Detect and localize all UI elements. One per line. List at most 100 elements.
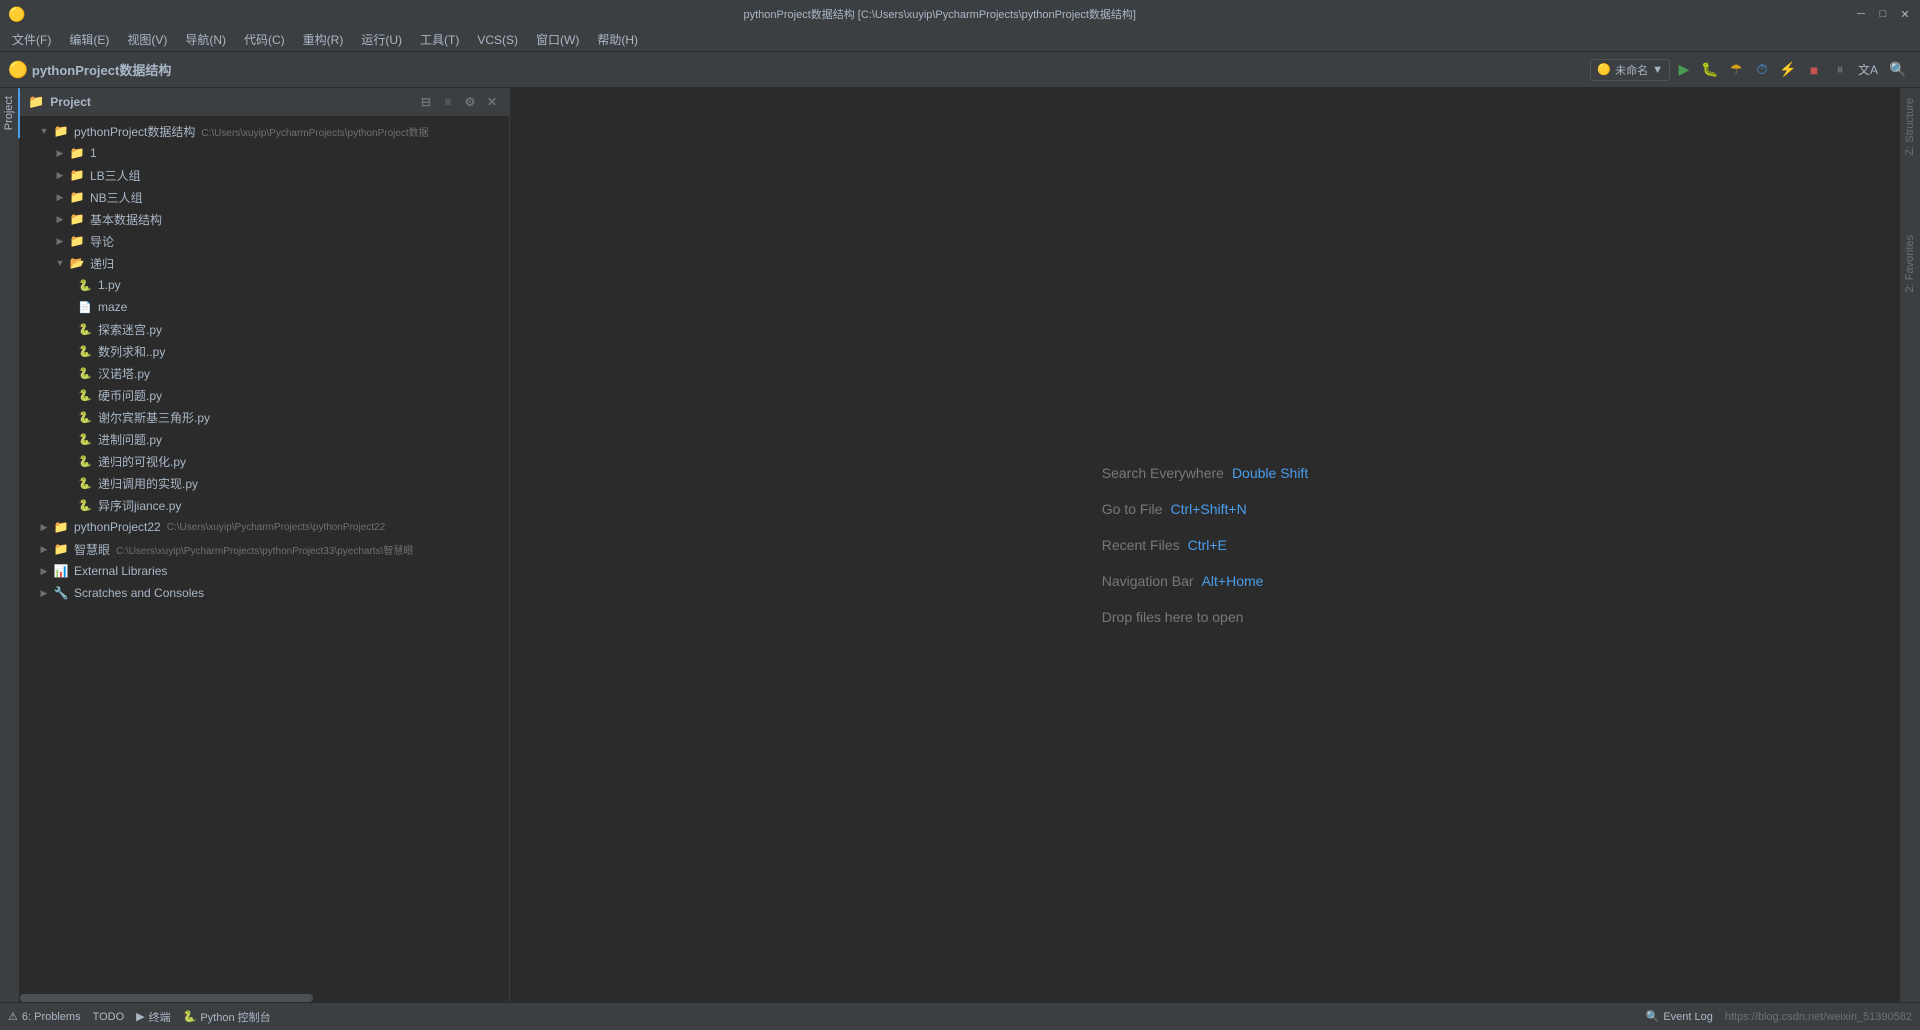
terminal-panel-button[interactable]: ▶ 终端 [136,1009,170,1025]
right-sidebar: Z: Structure 2: Favorites [1900,88,1920,1002]
tree-folder-lb[interactable]: ▶ 📁 LB三人组 [20,164,509,186]
right-tab-structure[interactable]: Z: Structure [1900,88,1920,165]
problems-icon: ⚠ [8,1010,18,1023]
tree-folder-basic[interactable]: ▶ 📁 基本数据结构 [20,208,509,230]
tree-folder-recursion[interactable]: ▼ 📂 递归 [20,252,509,274]
hint-recent-label: Recent Files [1102,537,1180,553]
menu-refactor[interactable]: 重构(R) [295,29,352,50]
editor-hints: Search Everywhere Double Shift Go to Fil… [1102,465,1308,625]
tree-folder-nb[interactable]: ▶ 📁 NB三人组 [20,186,509,208]
hint-nav-shortcut: Alt+Home [1202,573,1264,589]
menu-view[interactable]: 视图(V) [119,29,175,50]
python-label: Python 控制台 [200,1009,270,1025]
collapse-all-icon[interactable]: ⊟ [417,93,435,111]
menu-vcs[interactable]: VCS(S) [469,31,526,49]
translate-button[interactable]: 文A [1854,56,1882,84]
tree-file-maze-py[interactable]: 🐍 探索迷宫.py [20,318,509,340]
tree-file-anagram[interactable]: 🐍 异序词jiance.py [20,494,509,516]
tree-file-maze[interactable]: 📄 maze [20,296,509,318]
title-bar-title: pythonProject数据结构 [C:\Users\xuyip\Pychar… [25,6,1854,22]
folder-nb-label: NB三人组 [90,189,143,206]
file-hanoi-label: 汉诺塔.py [98,365,150,382]
terminal-label: 终端 [149,1009,171,1025]
menu-help[interactable]: 帮助(H) [589,29,646,50]
tree-file-sierpinski[interactable]: 🐍 谢尔宾斯基三角形.py [20,406,509,428]
tree-file-series[interactable]: 🐍 数列求和..py [20,340,509,362]
debug-button[interactable]: 🐛 [1698,58,1722,82]
file-1py-label: 1.py [98,278,121,292]
tree-folder-1[interactable]: ▶ 📁 1 [20,142,509,164]
file-base-label: 进制问题.py [98,431,162,448]
todo-panel-button[interactable]: TODO [93,1011,125,1023]
project-name: pythonProject数据结构 [32,60,171,79]
panel-title: Project [50,95,411,109]
title-bar-left: 🟡 [8,6,25,23]
run-button[interactable]: ▶ [1672,58,1696,82]
python-console-button[interactable]: 🐍 Python 控制台 [183,1009,271,1025]
project-tree[interactable]: ▼ 📁 pythonProject数据结构 C:\Users\xuyip\Pyc… [20,116,509,994]
tree-file-visual[interactable]: 🐍 递归的可视化.py [20,450,509,472]
settings-icon[interactable]: ⚙ [461,93,479,111]
folder-intro-label: 导论 [90,233,114,250]
tree-project-wisdom[interactable]: ▶ 📁 智慧眼 C:\Users\xuyip\PycharmProjects\p… [20,538,509,560]
hint-search-shortcut: Double Shift [1232,465,1308,481]
run-config-selector[interactable]: 🟡 未命名 ▼ [1590,59,1670,81]
event-log-button[interactable]: 🔍 Event Log [1646,1010,1713,1023]
profile-button[interactable]: ⏱ [1750,58,1774,82]
tree-folder-intro[interactable]: ▶ 📁 导论 [20,230,509,252]
tree-file-hanoi[interactable]: 🐍 汉诺塔.py [20,362,509,384]
menu-bar: 文件(F) 编辑(E) 视图(V) 导航(N) 代码(C) 重构(R) 运行(U… [0,28,1920,52]
sidebar-tab-project[interactable]: Project [0,88,20,138]
todo-label: TODO [93,1011,125,1023]
event-log-label: Event Log [1663,1011,1713,1023]
hint-drop-label: Drop files here to open [1102,609,1244,625]
folder-1-label: 1 [90,146,97,160]
file-visual-label: 递归的可视化.py [98,453,186,470]
hint-drop-files: Drop files here to open [1102,609,1308,625]
problems-panel-button[interactable]: ⚠ 6: Problems [8,1010,81,1023]
maximize-button[interactable]: □ [1876,7,1890,21]
menu-edit[interactable]: 编辑(E) [61,29,117,50]
project-22-label: pythonProject22 [74,520,161,534]
tree-scratches-consoles[interactable]: ▶ 🔧 Scratches and Consoles [20,582,509,604]
right-tab-favorites[interactable]: 2: Favorites [1900,225,1920,302]
hint-goto-file: Go to File Ctrl+Shift+N [1102,501,1308,517]
expand-all-icon[interactable]: ≡ [439,93,457,111]
pause-button[interactable]: ⏸ [1828,58,1852,82]
menu-tools[interactable]: 工具(T) [412,29,467,50]
folder-lb-label: LB三人组 [90,167,141,184]
menu-navigate[interactable]: 导航(N) [177,29,234,50]
tree-root-project[interactable]: ▼ 📁 pythonProject数据结构 C:\Users\xuyip\Pyc… [20,120,509,142]
menu-code[interactable]: 代码(C) [236,29,293,50]
search-everywhere-button[interactable]: 🔍 [1884,56,1912,84]
python-icon: 🐍 [183,1010,197,1023]
stop-button[interactable]: ■ [1802,58,1826,82]
menu-window[interactable]: 窗口(W) [528,29,587,50]
project-panel: 📁 Project ⊟ ≡ ⚙ ✕ ▼ 📁 pythonProject数据结构 … [20,88,510,1002]
tree-scrollbar-thumb[interactable] [20,994,313,1002]
panel-header: 📁 Project ⊟ ≡ ⚙ ✕ [20,88,509,116]
coverage-button[interactable]: ☂ [1724,58,1748,82]
tree-file-base[interactable]: 🐍 进制问题.py [20,428,509,450]
file-sierpinski-label: 谢尔宾斯基三角形.py [98,409,210,426]
scratches-label: Scratches and Consoles [74,586,204,600]
tree-external-libraries[interactable]: ▶ 📊 External Libraries [20,560,509,582]
concurrency-button[interactable]: ⚡ [1776,58,1800,82]
menu-file[interactable]: 文件(F) [4,29,59,50]
file-impl-label: 递归调用的实现.py [98,475,198,492]
panel-folder-icon: 📁 [28,94,44,110]
left-sidebar-tabs: Project [0,88,20,1002]
close-button[interactable]: ✕ [1898,7,1912,21]
hint-search-label: Search Everywhere [1102,465,1224,481]
tree-horizontal-scrollbar[interactable] [20,994,509,1002]
menu-run[interactable]: 运行(U) [353,29,410,50]
close-panel-icon[interactable]: ✕ [483,93,501,111]
hint-nav-label: Navigation Bar [1102,573,1194,589]
tree-file-impl[interactable]: 🐍 递归调用的实现.py [20,472,509,494]
root-project-path: C:\Users\xuyip\PycharmProjects\pythonPro… [201,124,428,139]
minimize-button[interactable]: ─ [1854,7,1868,21]
tree-project-22[interactable]: ▶ 📁 pythonProject22 C:\Users\xuyip\Pycha… [20,516,509,538]
tree-file-coin[interactable]: 🐍 硬币问题.py [20,384,509,406]
tree-file-1py[interactable]: 🐍 1.py [20,274,509,296]
hint-search-everywhere: Search Everywhere Double Shift [1102,465,1308,481]
